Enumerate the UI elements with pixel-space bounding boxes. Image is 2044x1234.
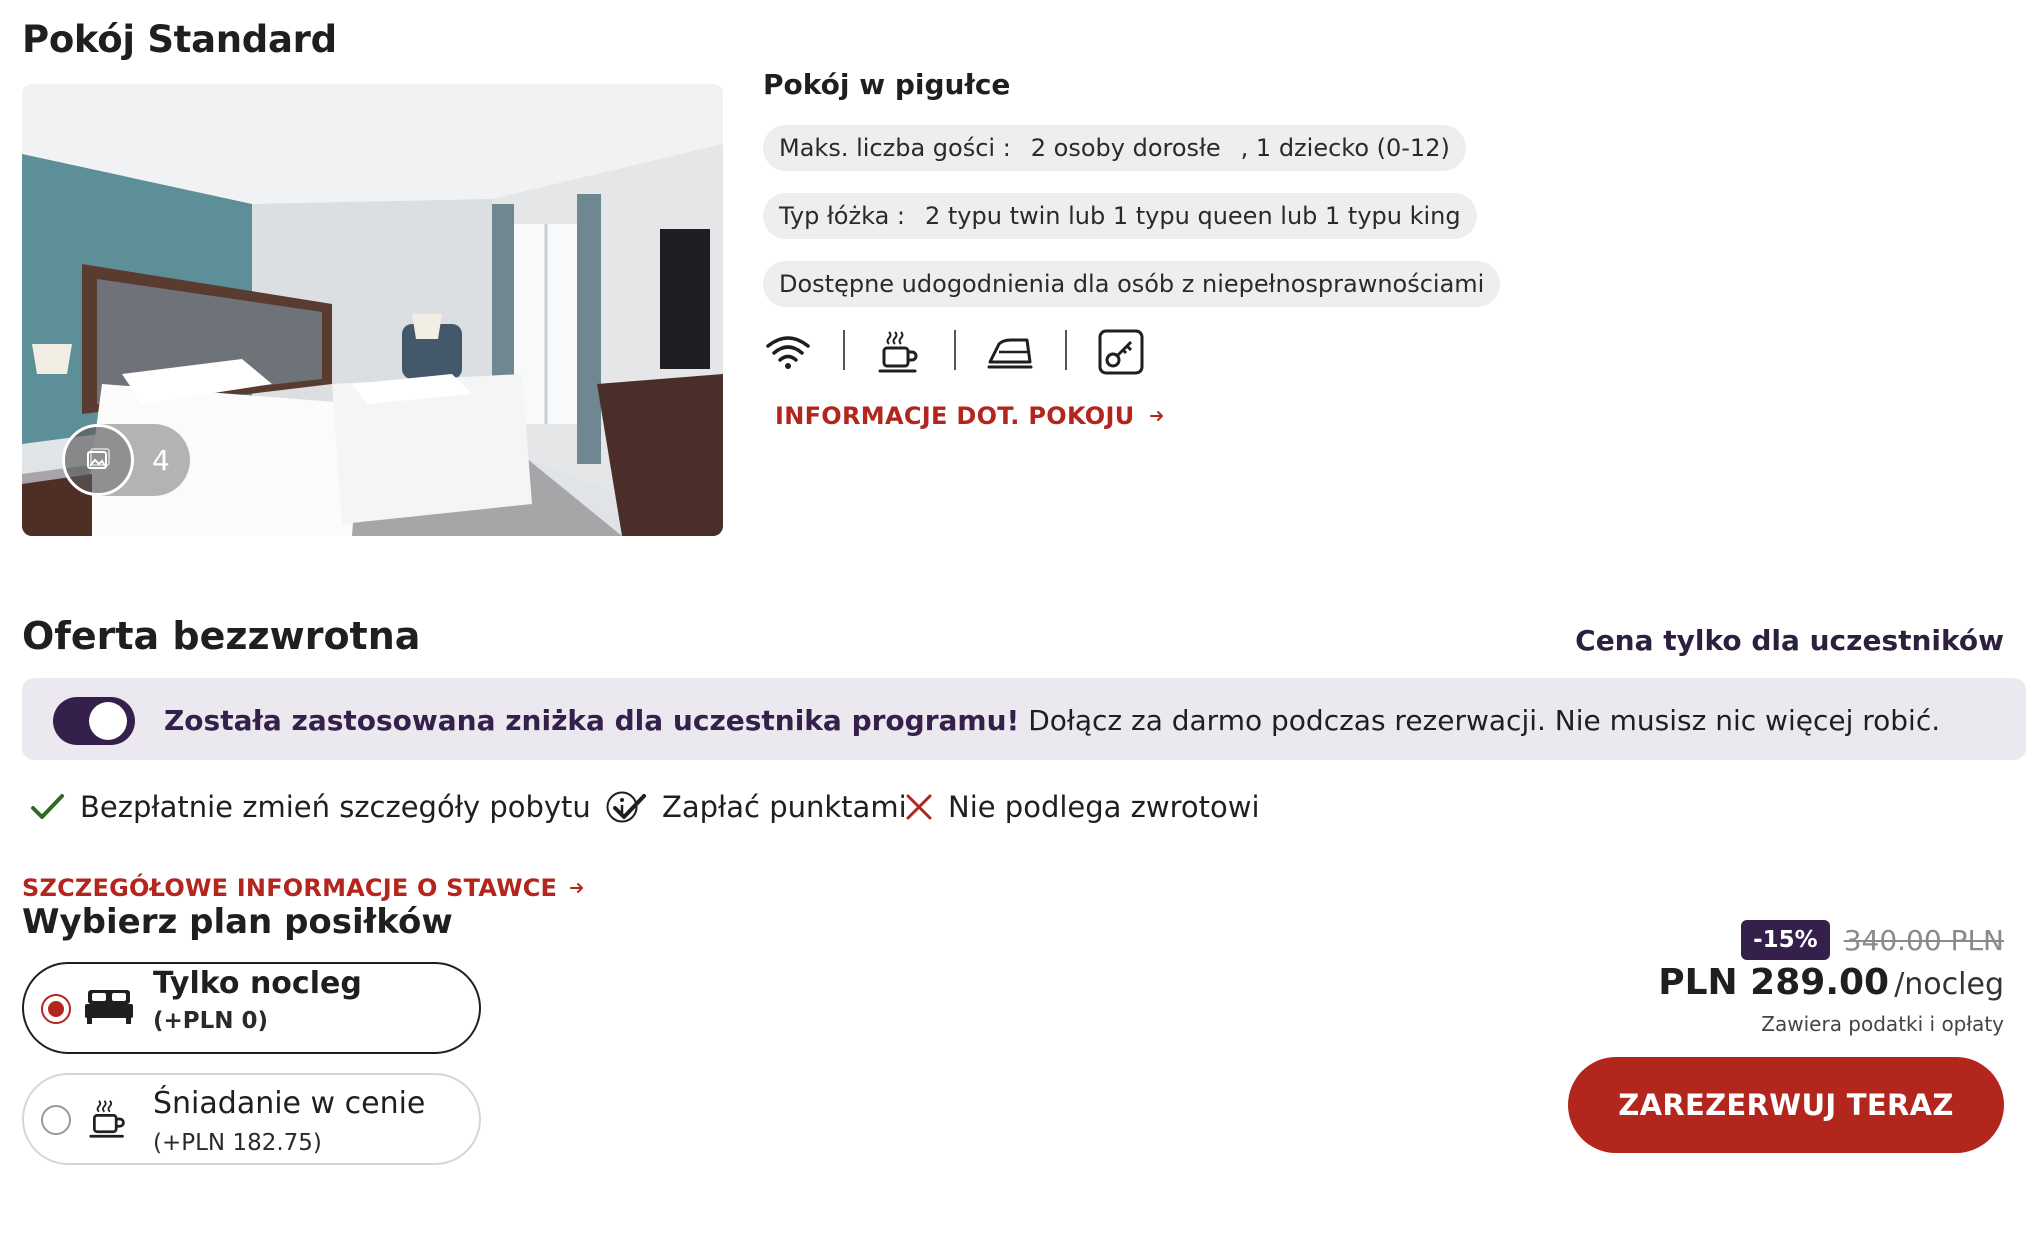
banner-bold-text: Została zastosowana zniżka dla uczestnik… (164, 704, 1020, 737)
meal-price: (+PLN 182.75) (153, 1130, 322, 1156)
guests-children: , 1 dziecko (0-12) (1240, 134, 1450, 162)
feature-change-details: Bezpłatnie zmień szczegóły pobytu (30, 790, 639, 824)
room-info-link-label: INFORMACJE DOT. POKOJU (775, 402, 1135, 430)
member-price-label: Cena tylko dla uczestników (1575, 624, 2004, 657)
arrow-right-icon (1149, 411, 1163, 421)
room-title: Pokój Standard (22, 18, 337, 61)
price-line: PLN 289.00 /nocleg (1658, 962, 2004, 1003)
arrow-right-icon (570, 883, 584, 893)
bed-type-value: 2 typu twin lub 1 typu queen lub 1 typu … (925, 202, 1461, 230)
wifi-icon (763, 328, 813, 376)
guests-label: Maks. liczba gości : (779, 134, 1011, 162)
book-now-button[interactable]: ZAREZERWUJ TERAZ (1568, 1057, 2004, 1153)
toggle-knob[interactable] (89, 702, 127, 740)
accessibility-chip: Dostępne udogodnienia dla osób z niepełn… (763, 261, 1501, 307)
amenity-divider (843, 330, 845, 370)
guests-chip: Maks. liczba gości : 2 osoby dorosłe , 1… (763, 125, 1466, 171)
meal-radio-room-only[interactable] (41, 994, 71, 1024)
feature-pay-points: Zapłać punktami (612, 790, 907, 824)
room-info-link[interactable]: INFORMACJE DOT. POKOJU (775, 402, 1165, 430)
amenity-divider (954, 330, 956, 370)
feature-label: Zapłać punktami (662, 790, 907, 824)
feature-label: Bezpłatnie zmień szczegóły pobytu (80, 790, 591, 824)
bed-type-label: Typ łóżka : (779, 202, 905, 230)
digital-key-icon (1096, 328, 1146, 376)
meal-name: Tylko nocleg (153, 966, 362, 1001)
gallery-count: 4 (152, 444, 170, 477)
current-price: PLN 289.00 (1658, 962, 1890, 1003)
iron-icon (985, 328, 1035, 376)
offer-title: Oferta bezzwrotna (22, 614, 421, 658)
check-icon (613, 794, 646, 819)
bed-type-chip: Typ łóżka : 2 typu twin lub 1 typu queen… (763, 193, 1477, 239)
room-summary-heading: Pokój w pigułce (763, 68, 1011, 101)
rate-details-link-label: SZCZEGÓŁOWE INFORMACJE O STAWCE (22, 874, 558, 902)
feature-non-refundable: Nie podlega zwrotowi (904, 790, 1260, 824)
gallery-icon[interactable] (62, 424, 134, 496)
meal-name: Śniadanie w cenie (153, 1086, 426, 1121)
taxes-note: Zawiera podatki i opłaty (1761, 1012, 2004, 1036)
feature-label: Nie podlega zwrotowi (948, 790, 1260, 824)
meal-radio-breakfast[interactable] (41, 1105, 71, 1135)
coffee-icon (88, 1096, 128, 1146)
banner-body-text: Dołącz za darmo podczas rezerwacji. Nie … (1019, 704, 1941, 737)
cross-icon (906, 794, 932, 820)
banner-text: Została zastosowana zniżka dla uczestnik… (164, 704, 1940, 737)
bed-icon (84, 986, 134, 1030)
original-price: 340.00 PLN (1843, 924, 2004, 957)
check-icon (31, 794, 64, 819)
discount-badge: -15% (1741, 920, 1830, 960)
meal-price: (+PLN 0) (153, 1008, 269, 1034)
amenity-divider (1065, 330, 1067, 370)
image-gallery-glyph (87, 448, 110, 469)
meal-plan-heading: Wybierz plan posiłków (22, 902, 453, 942)
coffee-icon (874, 328, 924, 376)
guests-adults: 2 osoby dorosłe (1030, 134, 1221, 162)
per-night-label: /nocleg (1894, 967, 2004, 1002)
rate-details-link[interactable]: SZCZEGÓŁOWE INFORMACJE O STAWCE (22, 874, 585, 902)
